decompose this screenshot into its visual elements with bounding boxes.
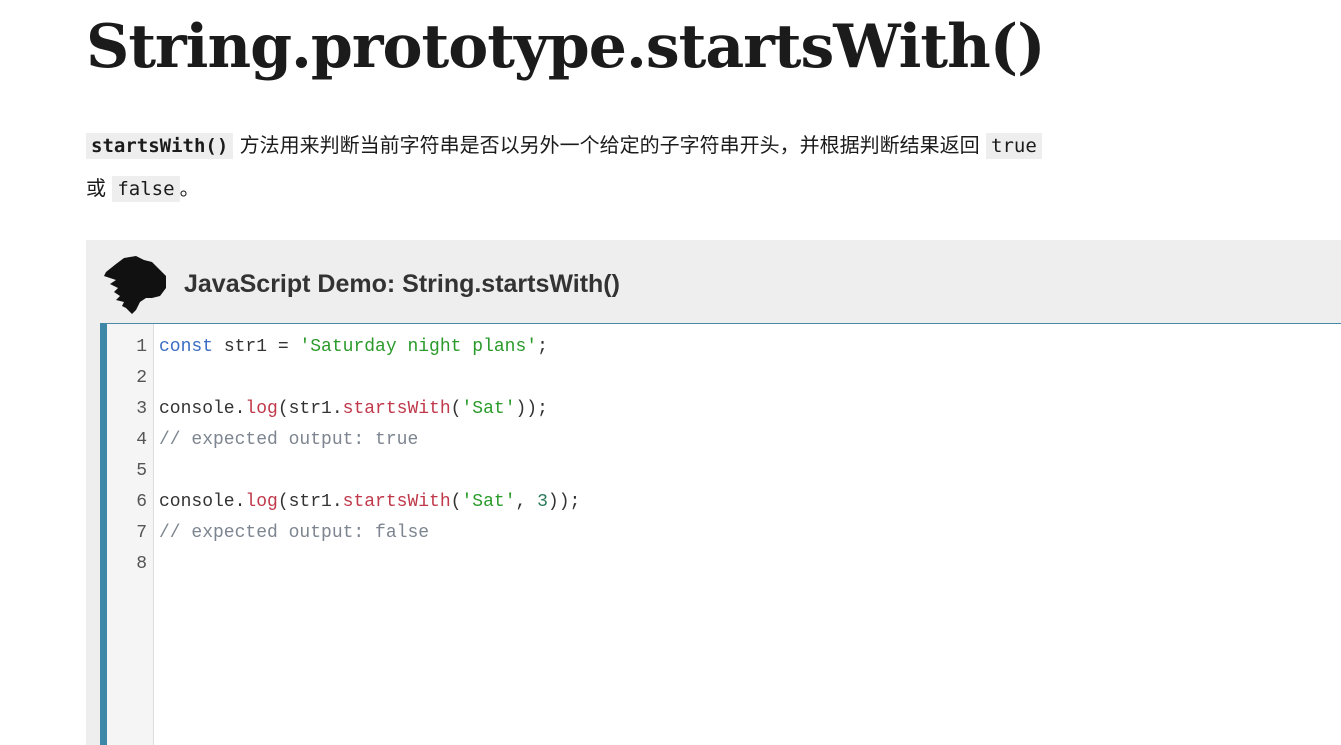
code-token-keyword: const [159, 337, 214, 357]
code-text: console.log(str1.startsWith('Sat')); [153, 394, 548, 425]
code-line[interactable]: 1 const str1 = 'Saturday night plans'; [107, 332, 1341, 363]
dinosaur-head-icon [104, 256, 166, 314]
code-line[interactable]: 2 [107, 363, 1341, 394]
line-number: 1 [136, 337, 147, 357]
line-number: 4 [136, 430, 147, 450]
code-text: const str1 = 'Saturday night plans'; [153, 332, 548, 363]
inline-code-false: false [112, 176, 180, 202]
intro-text-or: 或 [86, 176, 113, 200]
code-line[interactable]: 3 console.log(str1.startsWith('Sat')); [107, 394, 1341, 425]
code-token-string: 'Sat' [461, 399, 516, 419]
code-line[interactable]: 7 // expected output: false [107, 518, 1341, 549]
code-token-plain: , [515, 492, 538, 512]
code-token-comment: // expected output: false [159, 523, 430, 543]
code-text: // expected output: true [153, 425, 418, 456]
interactive-demo: JavaScript Demo: String.startsWith() 1 co… [86, 240, 1341, 745]
code-token-plain: (str1. [277, 399, 343, 419]
line-number: 2 [136, 368, 147, 388]
code-token-func: log [245, 399, 278, 419]
line-number: 7 [136, 523, 147, 543]
code-text: console.log(str1.startsWith('Sat', 3)); [153, 487, 580, 518]
inline-code-startswith: startsWith() [86, 133, 234, 159]
code-line[interactable]: 8 [107, 549, 1341, 580]
code-token-plain: ( [450, 399, 462, 419]
code-token-plain: console. [159, 492, 246, 512]
line-number: 3 [136, 399, 147, 419]
code-token-plain: (str1. [277, 492, 343, 512]
line-number: 5 [136, 461, 147, 481]
code-token-plain: str1 = [213, 337, 300, 357]
code-line[interactable]: 4 // expected output: true [107, 425, 1341, 456]
code-token-plain: console. [159, 399, 246, 419]
intro-text-end: 。 [179, 176, 200, 200]
line-number: 8 [136, 554, 147, 574]
intro-text: 方法用来判断当前字符串是否以另外一个给定的子字符串开头，并根据判断结果返回 [233, 133, 986, 157]
code-token-comment: // expected output: true [159, 430, 419, 450]
line-number: 6 [136, 492, 147, 512]
code-token-plain: )); [515, 399, 548, 419]
page-title: String.prototype.startsWith() [86, 12, 1046, 82]
code-token-plain: ; [537, 337, 548, 357]
code-token-string: 'Saturday night plans' [299, 337, 538, 357]
code-token-string: 'Sat' [461, 492, 516, 512]
code-token-number: 3 [537, 492, 548, 512]
code-editor[interactable]: 1 const str1 = 'Saturday night plans'; 2 3 c… [100, 323, 1341, 745]
code-token-plain: ( [450, 492, 462, 512]
code-text: // expected output: false [153, 518, 429, 549]
intro-paragraph: startsWith() 方法用来判断当前字符串是否以另外一个给定的子字符串开头… [86, 124, 1226, 210]
code-lines[interactable]: 1 const str1 = 'Saturday night plans'; 2 3 c… [107, 332, 1341, 580]
code-token-func: startsWith [342, 492, 451, 512]
demo-title: JavaScript Demo: String.startsWith() [184, 269, 620, 298]
code-token-func: log [245, 492, 278, 512]
code-token-plain: )); [547, 492, 581, 512]
demo-header: JavaScript Demo: String.startsWith() [102, 254, 620, 314]
inline-code-true: true [986, 133, 1042, 159]
code-line[interactable]: 6 console.log(str1.startsWith('Sat', 3)); [107, 487, 1341, 518]
code-line[interactable]: 5 [107, 456, 1341, 487]
code-token-func: startsWith [342, 399, 451, 419]
